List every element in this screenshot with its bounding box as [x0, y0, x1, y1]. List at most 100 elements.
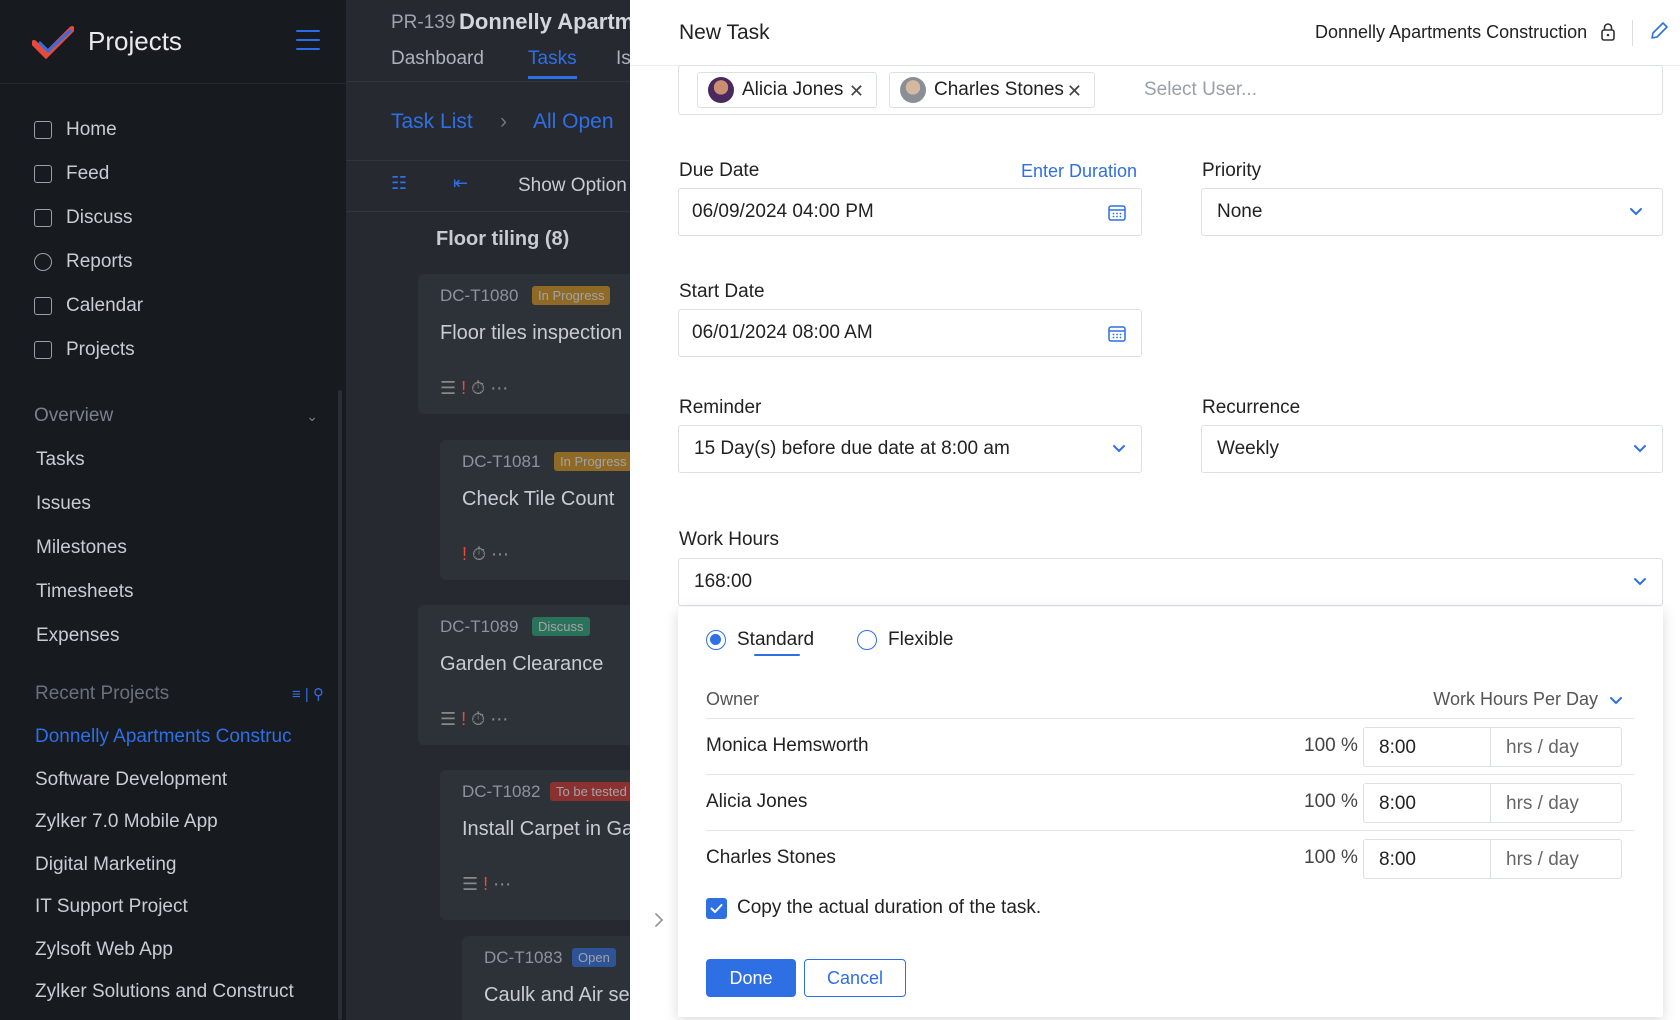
- recent-project-item[interactable]: Zylker Solutions and Construct: [0, 971, 346, 1014]
- user-chip: Charles Stones ✕: [889, 72, 1095, 108]
- sidebar-item-milestones[interactable]: Milestones: [0, 526, 346, 570]
- chevron-down-icon[interactable]: [1608, 692, 1624, 708]
- status-badge[interactable]: Open: [572, 948, 616, 967]
- sidebar-item-label: Feed: [66, 163, 110, 184]
- standard-radio[interactable]: Standard: [706, 629, 814, 651]
- work-hours-select[interactable]: 168:00: [678, 558, 1663, 606]
- recent-project-item[interactable]: Software Development: [0, 759, 346, 802]
- unit-label: hrs / day: [1506, 849, 1579, 870]
- owner-name: Charles Stones: [706, 847, 836, 868]
- done-button[interactable]: Done: [706, 959, 796, 997]
- chevron-down-icon: [1113, 445, 1125, 453]
- cancel-button[interactable]: Cancel: [804, 959, 906, 997]
- tab-tasks[interactable]: Tasks: [528, 48, 577, 79]
- enter-duration-link[interactable]: Enter Duration: [1021, 161, 1137, 182]
- sidebar: Projects Home Feed Discuss Reports Calen…: [0, 0, 346, 1020]
- select-user-input[interactable]: Select User...: [1144, 79, 1257, 101]
- start-date-field[interactable]: 06/01/2024 08:00 AM: [678, 309, 1142, 357]
- status-badge[interactable]: To be tested: [550, 782, 630, 801]
- panel-header: New Task Donnelly Apartments Constructio…: [630, 0, 1680, 66]
- task-card-icons[interactable]: ☰ ! ⏱ ⋯: [440, 378, 508, 399]
- recurrence-select[interactable]: Weekly: [1201, 425, 1663, 473]
- sidebar-item-issues[interactable]: Issues: [0, 482, 346, 526]
- chevron-down-icon: [1634, 578, 1646, 586]
- user-chip: Alicia Jones ✕: [697, 72, 877, 108]
- tab-dashboard[interactable]: Dashboard: [391, 48, 484, 70]
- recent-project-item[interactable]: Zylsoft Web App: [0, 929, 346, 972]
- sidebar-item-expenses[interactable]: Expenses: [0, 614, 346, 658]
- per-day-column-dropdown[interactable]: Work Hours Per Day: [1433, 689, 1598, 710]
- flexible-radio[interactable]: Flexible: [857, 629, 953, 651]
- task-card[interactable]: DC-T1083 Open Caulk and Air sea: [462, 936, 630, 1020]
- reminder-select[interactable]: 15 Day(s) before due date at 8:00 am: [678, 425, 1142, 473]
- work-hours-value: 168:00: [694, 571, 753, 592]
- priority-select[interactable]: None: [1201, 188, 1663, 236]
- panel-project-name: Donnelly Apartments Construction: [1315, 22, 1588, 42]
- hamburger-menu-icon[interactable]: [296, 30, 320, 52]
- sidebar-item-label: Calendar: [66, 295, 144, 316]
- chevron-down-icon: ⌄: [306, 407, 318, 424]
- status-badge[interactable]: In Progress: [532, 286, 611, 305]
- task-card[interactable]: DC-T1081 In Progress Check Tile Count ! …: [440, 440, 630, 580]
- close-icon[interactable]: ✕: [1067, 81, 1082, 102]
- task-card-icons[interactable]: ☰ ! ⏱ ⋯: [440, 709, 508, 730]
- due-date-field[interactable]: 06/09/2024 04:00 PM: [678, 188, 1142, 236]
- copy-duration-checkbox[interactable]: [706, 897, 727, 919]
- overview-section-toggle[interactable]: Overview ⌄: [0, 394, 346, 438]
- calendar-icon[interactable]: [1107, 323, 1127, 343]
- sidebar-item-home[interactable]: Home: [0, 108, 346, 152]
- sidebar-nav: Home Feed Discuss Reports Calendar Proje…: [0, 84, 346, 372]
- calendar-icon[interactable]: [1107, 202, 1127, 222]
- hours-input[interactable]: 8:00: [1363, 839, 1491, 879]
- task-id: DC-T1083: [484, 948, 563, 967]
- task-card-icons[interactable]: ☰ ! ⋯: [462, 874, 511, 895]
- show-options-button[interactable]: Show Option: [518, 175, 627, 197]
- sidebar-scrollbar[interactable]: [338, 390, 342, 1020]
- radio-button[interactable]: [857, 630, 877, 650]
- hours-input[interactable]: 8:00: [1363, 783, 1491, 823]
- task-card[interactable]: DC-T1080 In Progress Floor tiles inspect…: [418, 274, 630, 414]
- task-title[interactable]: Floor tiles inspection: [440, 322, 622, 345]
- sidebar-item-label: Projects: [66, 339, 135, 360]
- project-name: Donnelly Apartm: [459, 9, 630, 34]
- task-id: DC-T1080: [440, 286, 519, 305]
- task-card[interactable]: DC-T1089 Discuss Garden Clearance ☰ ! ⏱ …: [418, 605, 630, 745]
- column-settings-icon[interactable]: ☷: [391, 173, 407, 194]
- recent-project-item[interactable]: IT Support Project: [0, 886, 346, 929]
- sidebar-item-calendar[interactable]: Calendar: [0, 284, 346, 328]
- recent-project-item[interactable]: Digital Marketing: [0, 844, 346, 887]
- close-icon[interactable]: ✕: [849, 81, 864, 102]
- task-list-dropdown[interactable]: Task List: [391, 110, 473, 134]
- sidebar-item-label: Home: [66, 119, 117, 140]
- sidebar-item-reports[interactable]: Reports: [0, 240, 346, 284]
- task-title[interactable]: Check Tile Count: [462, 488, 614, 511]
- pencil-edit-icon[interactable]: [1648, 20, 1670, 42]
- filter-search-icons[interactable]: ≡ | ⚲: [292, 685, 324, 703]
- copy-duration-option[interactable]: Copy the actual duration of the task.: [706, 897, 1041, 919]
- sidebar-item-projects[interactable]: Projects: [0, 328, 346, 372]
- recent-project-item[interactable]: Zylker 7.0 Mobile App: [0, 801, 346, 844]
- sidebar-item-feed[interactable]: Feed: [0, 152, 346, 196]
- collapse-icon[interactable]: ⇤: [453, 173, 468, 194]
- hours-input[interactable]: 8:00: [1363, 727, 1491, 767]
- chevron-right-icon[interactable]: [652, 912, 666, 928]
- sidebar-item-label: Reports: [66, 251, 133, 272]
- task-title[interactable]: Install Carpet in Ga: [462, 818, 630, 841]
- task-card-icons[interactable]: ! ⏱ ⋯: [462, 544, 509, 565]
- owner-select-field[interactable]: Alicia Jones ✕ Charles Stones ✕ Select U…: [678, 65, 1663, 115]
- status-badge[interactable]: In Progress: [554, 452, 630, 471]
- task-card[interactable]: DC-T1082 To be tested Install Carpet in …: [440, 770, 630, 920]
- recent-project-item[interactable]: Donnelly Apartments Construc: [0, 716, 346, 759]
- task-title[interactable]: Garden Clearance: [440, 653, 603, 676]
- sidebar-item-timesheets[interactable]: Timesheets: [0, 570, 346, 614]
- recurrence-label: Recurrence: [1202, 397, 1301, 418]
- radio-button[interactable]: [706, 630, 726, 650]
- status-badge[interactable]: Discuss: [532, 617, 590, 636]
- all-open-dropdown[interactable]: All Open: [533, 110, 614, 134]
- allocation-percent: 100 %: [1304, 847, 1358, 868]
- task-title[interactable]: Caulk and Air sea: [484, 984, 630, 1007]
- sidebar-item-discuss[interactable]: Discuss: [0, 196, 346, 240]
- divider: [1632, 20, 1633, 46]
- tab-issues[interactable]: Is: [616, 48, 630, 70]
- sidebar-item-tasks[interactable]: Tasks: [0, 438, 346, 482]
